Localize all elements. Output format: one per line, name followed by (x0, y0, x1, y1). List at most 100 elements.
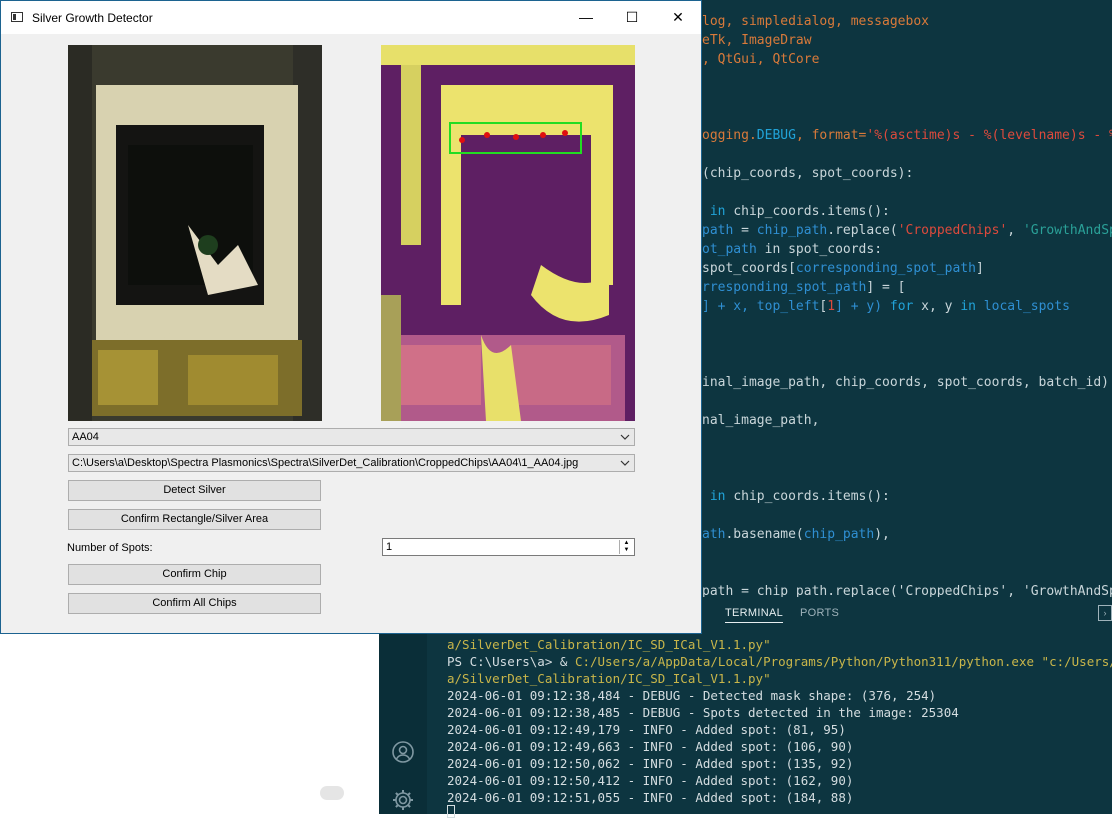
code-token: path (702, 223, 734, 238)
code-token: log, simpledialog, messagebox (702, 14, 929, 29)
chevron-down-icon (620, 434, 630, 440)
spin-down-icon[interactable]: ▼ (620, 547, 633, 554)
code-line: inal_image_path, chip_coords, spot_coord… (702, 373, 1112, 392)
background-window-lower (0, 634, 380, 797)
terminal-line: 2024-06-01 09:12:51,055 - INFO - Added s… (447, 789, 853, 806)
silver-mask-image (381, 45, 635, 421)
title-bar[interactable]: Silver Growth Detector — ☐ ✕ (1, 1, 701, 34)
tab-terminal[interactable]: TERMINAL (725, 607, 784, 623)
spin-up-icon[interactable]: ▲ (620, 540, 633, 547)
terminal-token: a/SilverDet_Calibration/IC_SD_ICal_V1.1.… (447, 637, 771, 652)
confirm-all-chips-button[interactable]: Confirm All Chips (68, 593, 321, 614)
code-token: '%(asctime)s - %(levelname)s - % (866, 128, 1112, 143)
tab-ports[interactable]: PORTS (800, 607, 839, 619)
terminal-cursor (447, 803, 455, 821)
maximize-icon[interactable]: ☐ (609, 1, 655, 34)
code-token: (chip_coords, spot_coords): (702, 166, 914, 181)
code-token: inal_image_path, chip_coords, spot_coord… (702, 375, 1112, 390)
terminal-token: 2024-06-01 09:12:50,412 - INFO - Added s… (447, 773, 854, 788)
code-line: log, simpledialog, messagebox (702, 12, 929, 31)
image-path-select[interactable]: C:\Users\a\Desktop\Spectra Plasmonics\Sp… (68, 454, 635, 472)
account-icon[interactable] (391, 740, 415, 764)
silver-growth-detector-window: Silver Growth Detector — ☐ ✕ AA04 C:\Use… (0, 0, 702, 634)
code-token: ] (975, 261, 984, 276)
spot-marker[interactable] (562, 130, 568, 136)
code-line: rresponding_spot_path] = [ (702, 278, 906, 297)
confirm-rectangle-button[interactable]: Confirm Rectangle/Silver Area (68, 509, 321, 530)
chevron-down-icon (620, 460, 630, 466)
code-line: ath.basename(chip_path), (702, 525, 890, 544)
spot-marker[interactable] (459, 137, 465, 143)
spot-marker[interactable] (484, 132, 490, 138)
code-token: ] + y) (835, 299, 890, 314)
code-token: chip_coords.items(): (733, 204, 890, 219)
spots-label: Number of Spots: (67, 542, 153, 554)
code-token: corresponding_spot_path (795, 261, 976, 276)
confirm-chip-button[interactable]: Confirm Chip (68, 564, 321, 585)
terminal-token: 2024-06-01 09:12:49,179 - INFO - Added s… (447, 722, 846, 737)
code-token: in (702, 204, 734, 219)
panel-maximize-icon[interactable]: › (1098, 605, 1112, 621)
code-line: ogging.DEBUG, format='%(asctime)s - %(le… (702, 126, 1112, 145)
terminal-line: 2024-06-01 09:12:49,663 - INFO - Added s… (447, 738, 853, 755)
code-token: in (960, 299, 976, 314)
terminal-line: 2024-06-01 09:12:50,412 - INFO - Added s… (447, 772, 853, 789)
settings-gear-icon[interactable] (391, 788, 415, 812)
code-line: nal_image_path, (702, 411, 819, 430)
code-token: nal_image_path, (702, 413, 820, 428)
code-token: rresponding_spot_path (702, 280, 867, 295)
terminal-token: 2024-06-01 09:12:38,485 - DEBUG - Spots … (447, 705, 959, 720)
code-token: ), (874, 527, 890, 542)
code-token: eTk, ImageDraw (702, 33, 812, 48)
code-token: local_spots (975, 299, 1070, 314)
terminal-token: a/SilverDet_Calibration/IC_SD_ICal_V1.1.… (447, 671, 771, 686)
window-title: Silver Growth Detector (32, 11, 153, 25)
terminal-token: 2024-06-01 09:12:38,484 - DEBUG - Detect… (447, 688, 937, 703)
terminal-token: C:/Users/a/AppData/Local/Programs/Python… (574, 654, 1035, 669)
code-token: in spot_coords: (756, 242, 883, 257)
code-token: x, y (913, 299, 961, 314)
app-window-icon (11, 12, 23, 22)
code-line: in chip_coords.items(): (702, 202, 890, 221)
terminal-token: 2024-06-01 09:12:50,062 - INFO - Added s… (447, 756, 854, 771)
terminal-line: 2024-06-01 09:12:38,484 - DEBUG - Detect… (447, 687, 936, 704)
code-token: ot_path (702, 242, 757, 257)
close-icon[interactable]: ✕ (655, 1, 701, 34)
chip-photo (68, 45, 322, 421)
terminal-token: PS C:\Users\a> & (447, 654, 575, 669)
code-token: DEBUG (756, 128, 796, 143)
code-token: , (1007, 223, 1023, 238)
code-token: path = chip_path.replace('CroppedChips',… (702, 584, 1112, 597)
code-line: spot_coords[corresponding_spot_path] (702, 259, 984, 278)
code-line: ot_path in spot_coords: (702, 240, 882, 259)
code-token: chip_coords.items(): (733, 489, 890, 504)
code-line: in chip_coords.items(): (702, 487, 890, 506)
code-line: path = chip_path.replace('CroppedChips',… (702, 582, 1112, 597)
code-token: = (733, 223, 757, 238)
batch-select[interactable]: AA04 (68, 428, 635, 446)
code-token: ] + x, (702, 299, 757, 314)
terminal-output[interactable]: a/SilverDet_Calibration/IC_SD_ICal_V1.1.… (427, 630, 1112, 814)
code-token: .replace( (827, 223, 898, 238)
spin-arrows: ▲ ▼ (619, 540, 633, 554)
code-token: chip_path (803, 527, 875, 542)
code-token: ogging. (702, 128, 757, 143)
code-line: , QtGui, QtCore (702, 50, 819, 69)
code-token: in (702, 489, 734, 504)
batch-select-value: AA04 (72, 431, 99, 443)
terminal-line: 2024-06-01 09:12:49,179 - INFO - Added s… (447, 721, 846, 738)
code-token: 'CroppedChips' (897, 223, 1008, 238)
terminal-token: "c:/Users/a/Desk (1041, 654, 1112, 669)
code-token: 1 (827, 299, 836, 314)
code-token: for (889, 299, 914, 314)
spots-spinbox[interactable]: 1 ▲ ▼ (382, 538, 635, 556)
spot-marker[interactable] (513, 134, 519, 140)
minimize-icon[interactable]: — (563, 1, 609, 34)
terminal-line: 2024-06-01 09:12:50,062 - INFO - Added s… (447, 755, 853, 772)
code-token: ] = [ (866, 280, 906, 295)
code-token: 'GrowthAndSp (1022, 223, 1112, 238)
detect-silver-button[interactable]: Detect Silver (68, 480, 321, 501)
code-line: (chip_coords, spot_coords): (702, 164, 913, 183)
terminal-line: PS C:\Users\a> & C:/Users/a/AppData/Loca… (447, 653, 1112, 670)
spot-marker[interactable] (540, 132, 546, 138)
